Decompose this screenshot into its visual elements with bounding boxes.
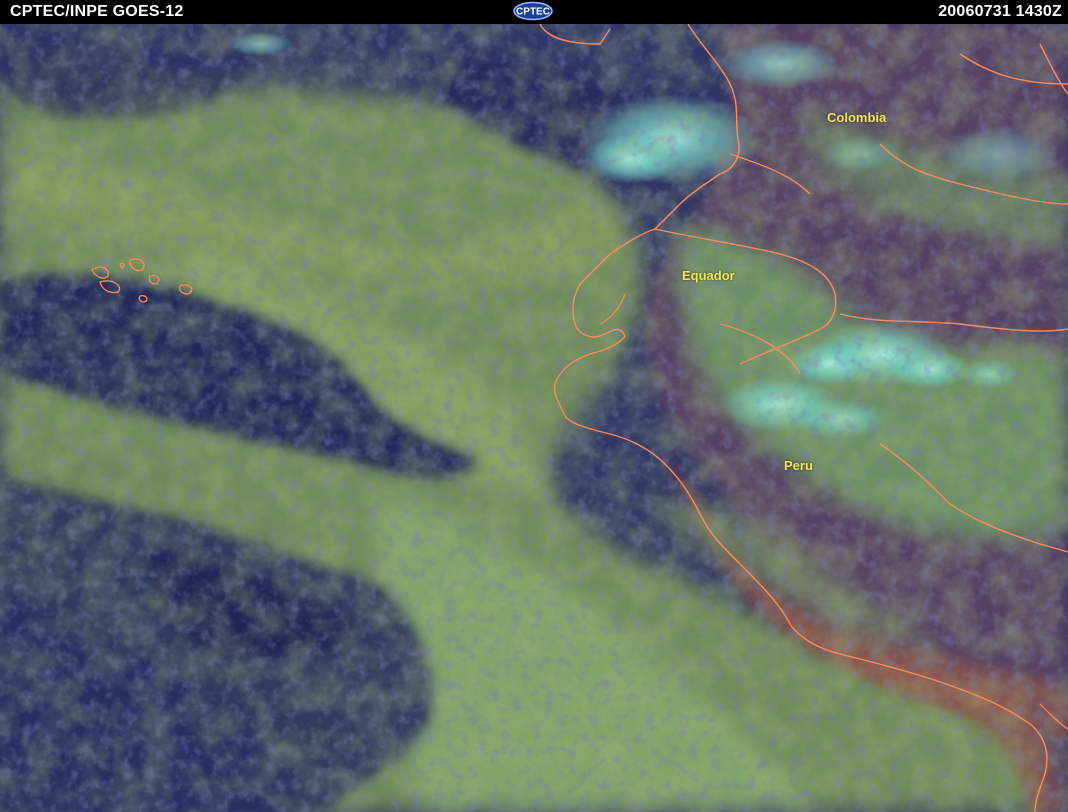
label-colombia: Colombia: [827, 110, 887, 125]
cptec-logo: CPTEC: [513, 1, 553, 21]
source-label: CPTEC/INPE GOES-12: [10, 3, 184, 20]
satellite-image-frame: CPTEC/INPE GOES-12 CPTEC 20060731 1430Z: [0, 0, 1068, 812]
header-bar: CPTEC/INPE GOES-12 CPTEC 20060731 1430Z: [0, 0, 1068, 24]
logo-text: CPTEC: [516, 7, 550, 18]
satellite-imagery: [0, 24, 1068, 812]
timestamp-label: 20060731 1430Z: [938, 3, 1062, 20]
label-peru: Peru: [784, 458, 813, 473]
label-equador: Equador: [682, 268, 735, 283]
fine-texture: [0, 24, 1068, 812]
